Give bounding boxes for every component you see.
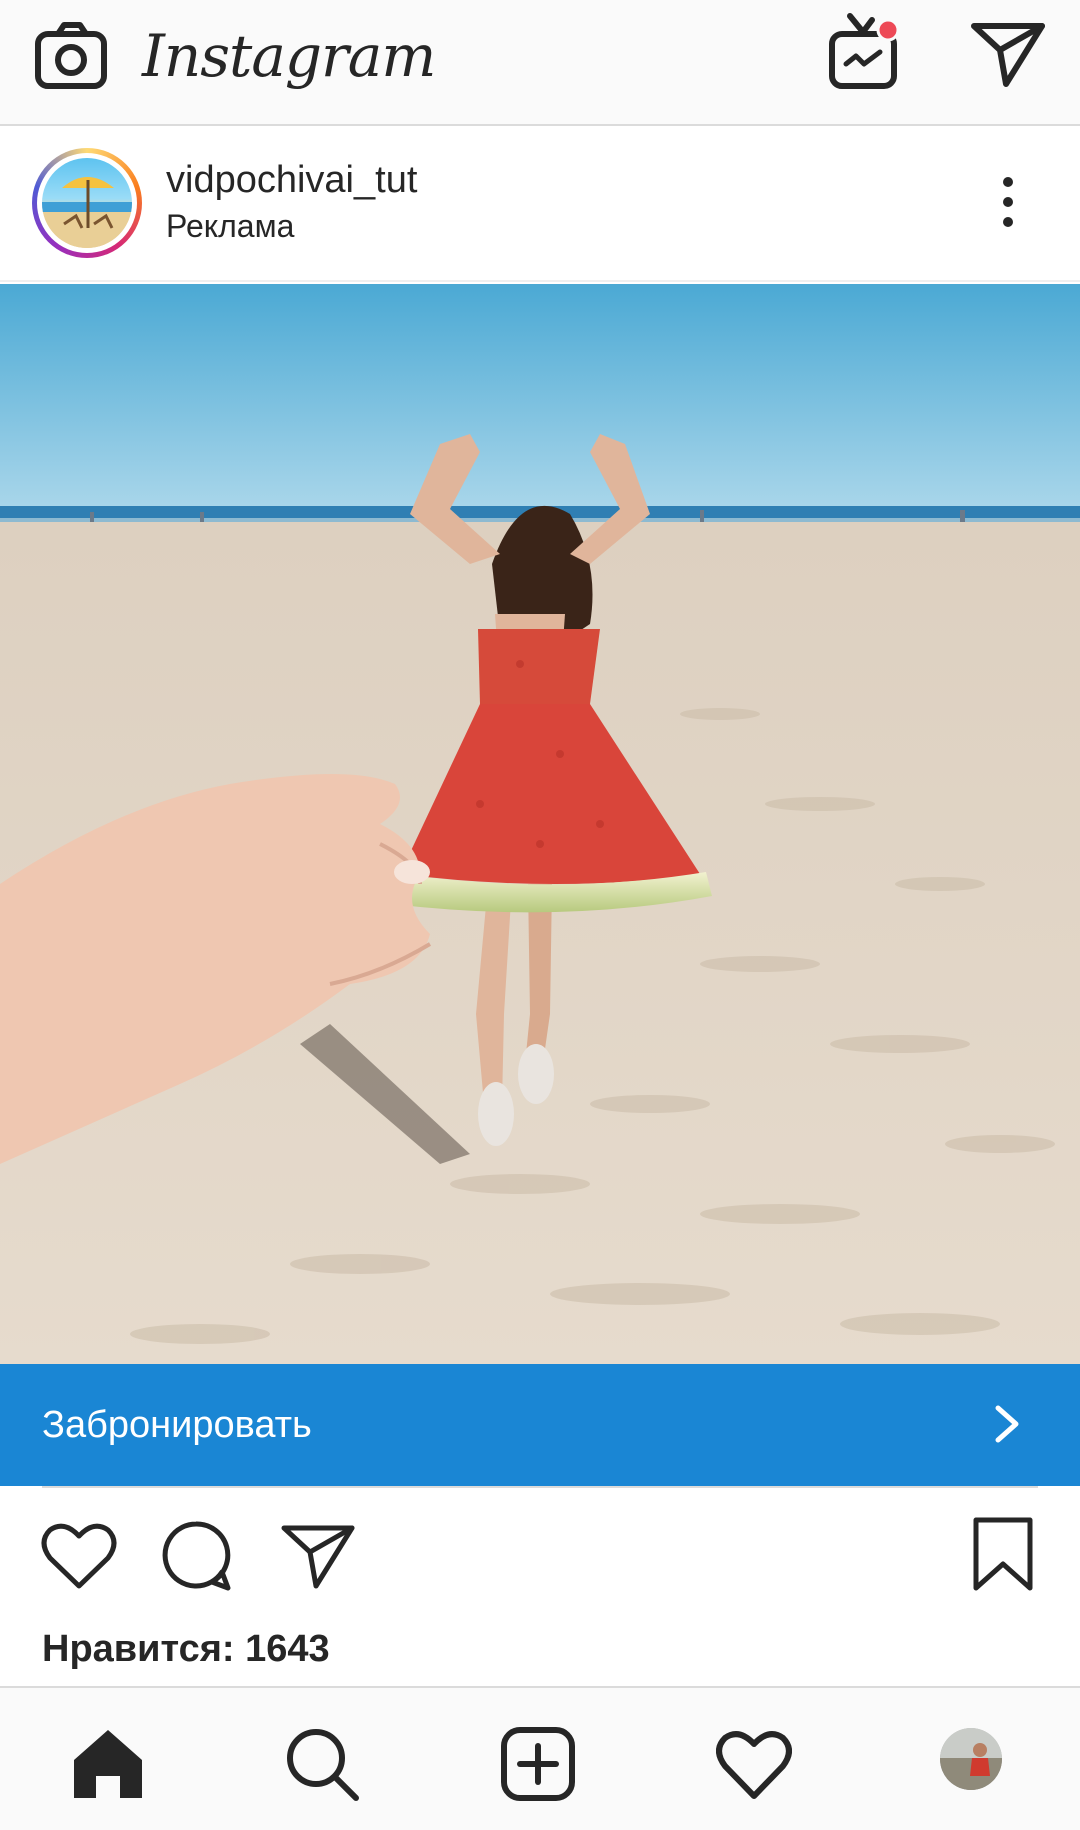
cta-divider <box>42 1486 1038 1488</box>
activity-heart-icon[interactable] <box>716 1726 792 1802</box>
share-icon[interactable] <box>280 1522 356 1590</box>
chevron-right-icon <box>995 1405 1019 1443</box>
bookmark-icon[interactable] <box>970 1516 1036 1592</box>
beach-umbrella-avatar <box>42 158 132 248</box>
story-ring[interactable] <box>32 148 142 258</box>
camera-icon[interactable] <box>34 20 108 90</box>
post-photo[interactable] <box>0 284 1080 1364</box>
likes-count[interactable]: Нравится: 1643 <box>42 1624 330 1674</box>
app-header: Instagram <box>0 0 1080 126</box>
app-logo: Instagram <box>142 22 436 90</box>
likes-label: Нравится: <box>42 1628 235 1670</box>
direct-message-icon[interactable] <box>970 20 1046 88</box>
igtv-notification-dot <box>876 18 900 42</box>
profile-avatar[interactable] <box>940 1728 1002 1790</box>
book-now-button[interactable]: Забронировать <box>0 1364 1080 1486</box>
new-post-icon[interactable] <box>500 1726 576 1802</box>
comment-icon[interactable] <box>160 1520 232 1592</box>
more-options-icon[interactable] <box>990 174 1026 230</box>
heart-icon[interactable] <box>40 1522 118 1592</box>
post-username[interactable]: vidpochivai_tut <box>166 158 417 202</box>
cta-label: Забронировать <box>42 1404 312 1446</box>
avatar-frame <box>37 153 137 253</box>
post-header: vidpochivai_tut Реклама <box>0 126 1080 282</box>
search-icon[interactable] <box>284 1726 360 1802</box>
likes-number: 1643 <box>245 1628 330 1670</box>
bottom-nav <box>0 1686 1080 1830</box>
home-icon[interactable] <box>70 1726 146 1802</box>
sponsored-label: Реклама <box>166 208 295 244</box>
igtv-icon[interactable] <box>826 12 902 92</box>
